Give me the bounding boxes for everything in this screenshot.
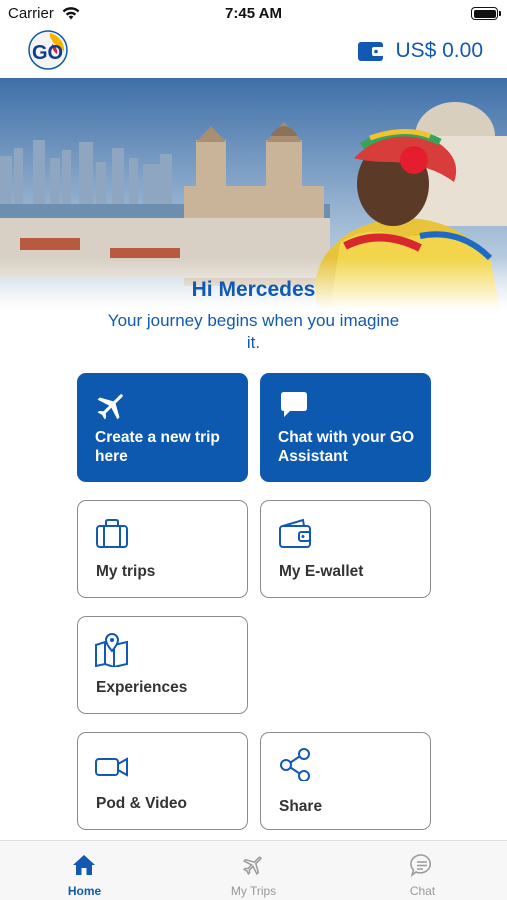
pod-video-label: Pod & Video <box>96 795 188 812</box>
create-trip-button[interactable]: Create a new trip here <box>77 373 248 482</box>
greeting-title: Hi Mercedes <box>191 278 316 301</box>
e-wallet-label: My E-wallet <box>279 563 364 580</box>
video-camera-icon <box>95 757 128 777</box>
my-trips-label: My trips <box>96 563 156 580</box>
app-header: GO US$ 0.00 <box>0 28 507 78</box>
chat-bubble-icon <box>281 392 307 417</box>
create-trip-label: Create a new trip here <box>95 429 220 465</box>
tab-bar: Home My Trips Chat <box>0 840 507 900</box>
share-button[interactable]: Share <box>260 732 431 830</box>
battery-icon <box>471 7 501 20</box>
chat-assistant-label: Chat with your GO Assistant <box>278 429 415 465</box>
airplane-icon <box>242 856 262 876</box>
wallet-amount: US$ 0.00 <box>395 39 483 62</box>
go-logo[interactable]: GO <box>28 30 68 70</box>
wallet-balance-button[interactable]: US$ 0.00 <box>357 37 483 65</box>
wallet-icon <box>358 42 385 61</box>
tab-chat[interactable]: Chat <box>338 841 507 900</box>
tab-my-trips[interactable]: My Trips <box>169 841 338 900</box>
tab-home-label: Home <box>67 884 102 898</box>
tab-my-trips-label: My Trips <box>230 884 277 898</box>
status-bar: Carrier 7:45 AM <box>0 0 507 28</box>
experiences-label: Experiences <box>96 679 188 696</box>
airplane-icon <box>97 394 123 420</box>
hero-image <box>0 78 507 310</box>
home-icon <box>73 855 95 875</box>
logo-text: GO <box>32 42 63 64</box>
chat-icon <box>410 854 431 877</box>
experiences-button[interactable]: Experiences <box>77 616 248 714</box>
suitcase-icon <box>96 519 128 548</box>
share-label: Share <box>279 798 323 815</box>
chat-assistant-button[interactable]: Chat with your GO Assistant <box>260 373 431 482</box>
pod-video-button[interactable]: Pod & Video <box>77 732 248 830</box>
map-pin-icon <box>95 633 128 667</box>
greeting-tagline: Your journey begins when you imagine it. <box>107 311 400 352</box>
my-trips-button[interactable]: My trips <box>77 500 248 598</box>
e-wallet-button[interactable]: My E-wallet <box>260 500 431 598</box>
share-icon <box>280 748 310 781</box>
tab-home[interactable]: Home <box>0 841 169 900</box>
wallet-icon <box>279 518 311 548</box>
tab-chat-label: Chat <box>409 884 436 898</box>
clock: 7:45 AM <box>225 5 282 22</box>
